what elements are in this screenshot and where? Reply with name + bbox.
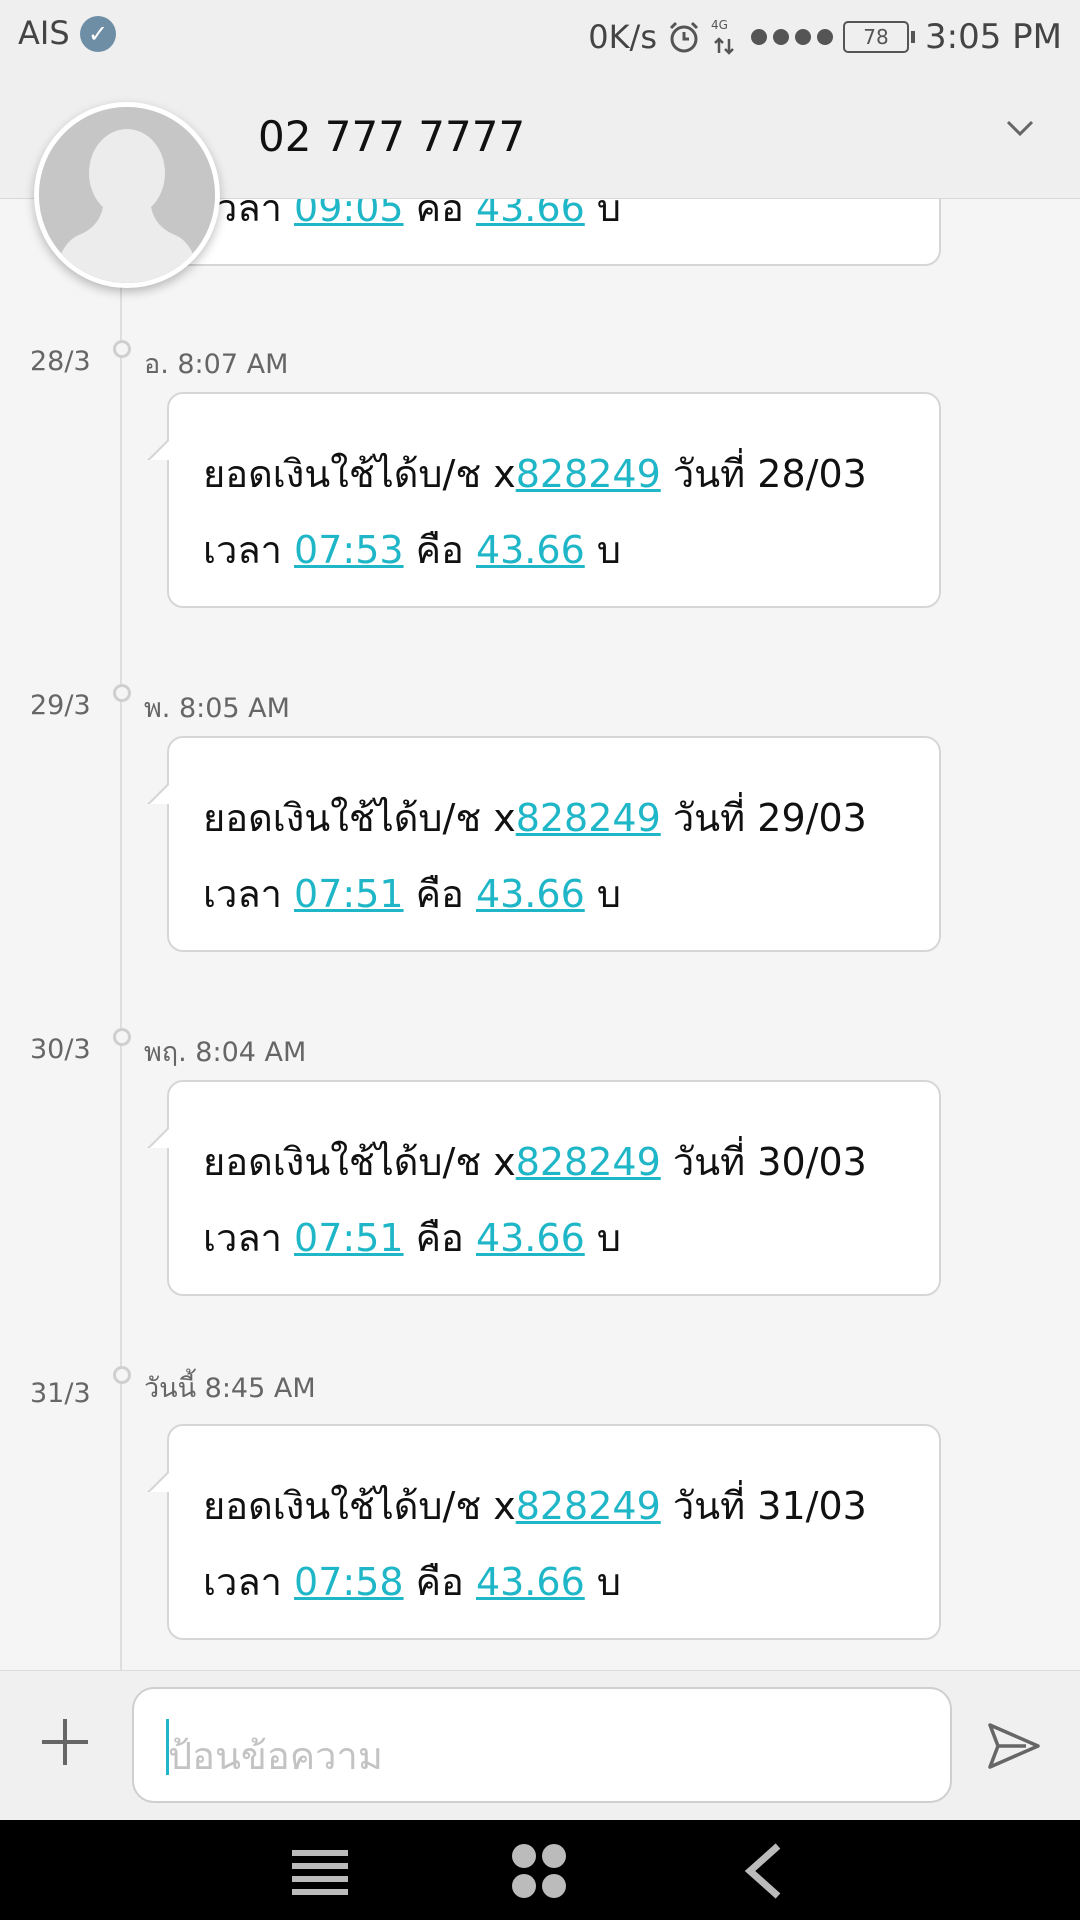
amount-link[interactable]: 43.66 <box>476 1560 585 1604</box>
verified-icon: ✓ <box>80 16 116 52</box>
person-placeholder-icon <box>39 107 215 283</box>
message-time: อ. 8:07 AM <box>144 349 289 380</box>
message-date: 28/3 <box>30 346 91 377</box>
status-indicators: 0K/s 4G 78 3:05 PM <box>588 16 1062 58</box>
message-input[interactable]: ป้อนข้อความ <box>132 1687 952 1803</box>
message-bubble[interactable]: ยอดเงินใช้ได้บ/ช x828249 วันที่ 30/03 เว… <box>147 1080 941 1296</box>
navigation-bar <box>0 1820 1080 1920</box>
network-type-label: 4G <box>711 18 728 32</box>
chevron-down-icon[interactable] <box>1000 108 1040 148</box>
battery-icon: 78 <box>843 21 915 53</box>
message-time: พ. 8:05 AM <box>144 693 290 724</box>
timeline-dot <box>113 1366 131 1384</box>
plus-icon[interactable] <box>40 1717 90 1767</box>
amount-link[interactable]: 43.66 <box>476 1216 585 1260</box>
status-time: 3:05 PM <box>925 17 1062 57</box>
time-link[interactable]: 09:05 <box>294 198 404 230</box>
timeline-dot <box>113 340 131 358</box>
message-time: พฤ. 8:04 AM <box>144 1037 307 1068</box>
message-time: วันนี้ 8:45 AM <box>144 1373 316 1404</box>
timeline-dot <box>113 684 131 702</box>
time-link[interactable]: 07:53 <box>294 528 404 572</box>
carrier-name: AIS <box>18 14 70 52</box>
alarm-icon <box>669 21 699 53</box>
back-icon[interactable] <box>740 1842 784 1900</box>
timeline-dot <box>113 1028 131 1046</box>
message-input-placeholder: ป้อนข้อความ <box>168 1734 383 1778</box>
home-icon[interactable] <box>510 1842 568 1900</box>
message-date: 30/3 <box>30 1034 91 1065</box>
time-link[interactable]: 07:51 <box>294 1216 404 1260</box>
time-link[interactable]: 07:58 <box>294 1560 404 1604</box>
amount-link[interactable]: 43.66 <box>476 528 585 572</box>
message-list[interactable]: เวลา 09:05 คือ 43.66 บ 28/3 อ. 8:07 AM ย… <box>0 198 1080 1670</box>
timeline-line <box>120 198 122 1670</box>
network-speed: 0K/s <box>588 18 657 56</box>
amount-link[interactable]: 43.66 <box>476 198 585 230</box>
message-bubble-partial[interactable]: เวลา 09:05 คือ 43.66 บ <box>167 198 941 266</box>
account-link[interactable]: 828249 <box>516 1484 661 1528</box>
signal-strength-icon <box>751 29 833 45</box>
menu-icon[interactable] <box>292 1850 348 1896</box>
contact-avatar[interactable] <box>34 102 220 288</box>
message-bubble[interactable]: ยอดเงินใช้ได้บ/ช x828249 วันที่ 29/03 เว… <box>147 736 941 952</box>
contact-name[interactable]: 02 777 7777 <box>258 112 525 161</box>
account-link[interactable]: 828249 <box>516 452 661 496</box>
network-type-icon: 4G <box>711 18 734 55</box>
message-bubble[interactable]: ยอดเงินใช้ได้บ/ช x828249 วันที่ 31/03 เว… <box>147 1424 941 1640</box>
send-icon[interactable] <box>986 1721 1042 1771</box>
message-date: 29/3 <box>30 690 91 721</box>
account-link[interactable]: 828249 <box>516 1140 661 1184</box>
time-link[interactable]: 07:51 <box>294 872 404 916</box>
amount-link[interactable]: 43.66 <box>476 872 585 916</box>
account-link[interactable]: 828249 <box>516 796 661 840</box>
message-date: 31/3 <box>30 1378 91 1409</box>
status-bar: AIS ✓ 0K/s 4G 78 3:05 PM <box>0 0 1080 72</box>
message-bubble[interactable]: ยอดเงินใช้ได้บ/ช x828249 วันที่ 28/03 เว… <box>147 392 941 608</box>
composer-bar: ป้อนข้อความ <box>0 1670 1080 1821</box>
